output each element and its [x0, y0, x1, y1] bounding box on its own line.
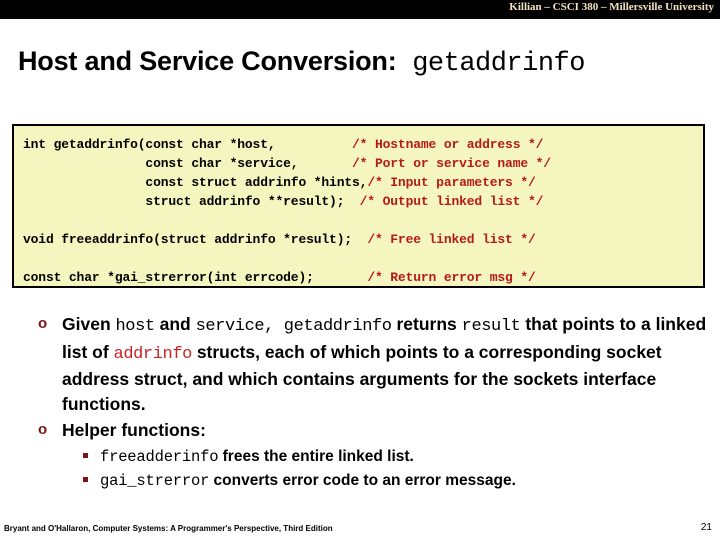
code-comment-2: /* Input parameters */ [367, 175, 536, 190]
code-line-0: int getaddrinfo(const char *host, [23, 137, 353, 152]
code-comment-5: /* Free linked list */ [367, 232, 536, 247]
code-line-2: const struct addrinfo *hints, [23, 175, 368, 190]
top-black-bar: Killian – CSCI 380 – Millersville Univer… [0, 0, 720, 19]
subitem-code-gai-strerror: gai_strerror [100, 471, 210, 490]
bullet-item-main: o Given host and service, getaddrinfo ret… [26, 312, 716, 416]
bullet-subitem-freeaddrinfo: freeadderinfo frees the entire linked li… [26, 445, 716, 469]
code-line-7: const char *gai_strerror(int errcode); [23, 270, 368, 285]
bullet-main-code-addrinfo: addrinfo [113, 344, 193, 364]
footer-page-number: 21 [700, 522, 712, 533]
bullet-list: o Given host and service, getaddrinfo ret… [26, 312, 716, 493]
code-line-1: const char *service, [23, 156, 353, 171]
bullet-main-code-getaddrinfo: getaddrinfo [273, 317, 392, 336]
code-block-content: int getaddrinfo(const char *host, /* Hos… [14, 126, 703, 286]
code-line-3: struct addrinfo **result); [23, 194, 360, 209]
bullet-marker-square-icon [83, 476, 88, 482]
subitem-text-freeaddrinfo: frees the entire linked list. [218, 447, 414, 465]
bullet-main-code-service: service, [195, 317, 275, 336]
course-header-text: Killian – CSCI 380 – Millersville Univer… [509, 1, 714, 13]
bullet-subitem-gai-strerror: gai_strerror converts error code to an e… [26, 469, 716, 493]
code-line-5: void freeaddrinfo(struct addrinfo *resul… [23, 232, 368, 247]
code-comment-7: /* Return error msg */ [367, 270, 536, 285]
bullet-marker-square-icon [83, 452, 88, 458]
bullet-main-code-host: host [115, 317, 156, 336]
slide-title: Host and Service Conversion: getaddrinfo [18, 46, 585, 79]
footer-source-citation: Bryant and O'Hallaron, Computer Systems:… [4, 524, 333, 533]
code-comment-1: /* Port or service name */ [352, 156, 551, 171]
bullet-main-code-result: result [461, 317, 521, 336]
slide-title-prefix: Host and Service Conversion: [18, 46, 397, 76]
bullet-main-seg3: returns [391, 314, 462, 334]
slide-title-code: getaddrinfo [396, 49, 585, 79]
bullet-main-seg1: Given [62, 314, 116, 334]
code-comment-3: /* Output linked list */ [359, 194, 544, 209]
subitem-code-freeaddrinfo: freeadderinfo [100, 447, 219, 466]
code-block: int getaddrinfo(const char *host, /* Hos… [12, 124, 705, 288]
bullet-main-seg2: and [154, 314, 196, 334]
subitem-text-gai-strerror: converts error code to an error message. [209, 471, 516, 489]
bullet-marker-circle-icon: o [38, 421, 48, 438]
bullet-helper-heading: Helper functions: [62, 420, 206, 440]
bullet-marker-circle-icon: o [38, 315, 48, 332]
code-comment-0: /* Hostname or address */ [352, 137, 544, 152]
bullet-item-helper-functions: o Helper functions: [26, 418, 716, 443]
